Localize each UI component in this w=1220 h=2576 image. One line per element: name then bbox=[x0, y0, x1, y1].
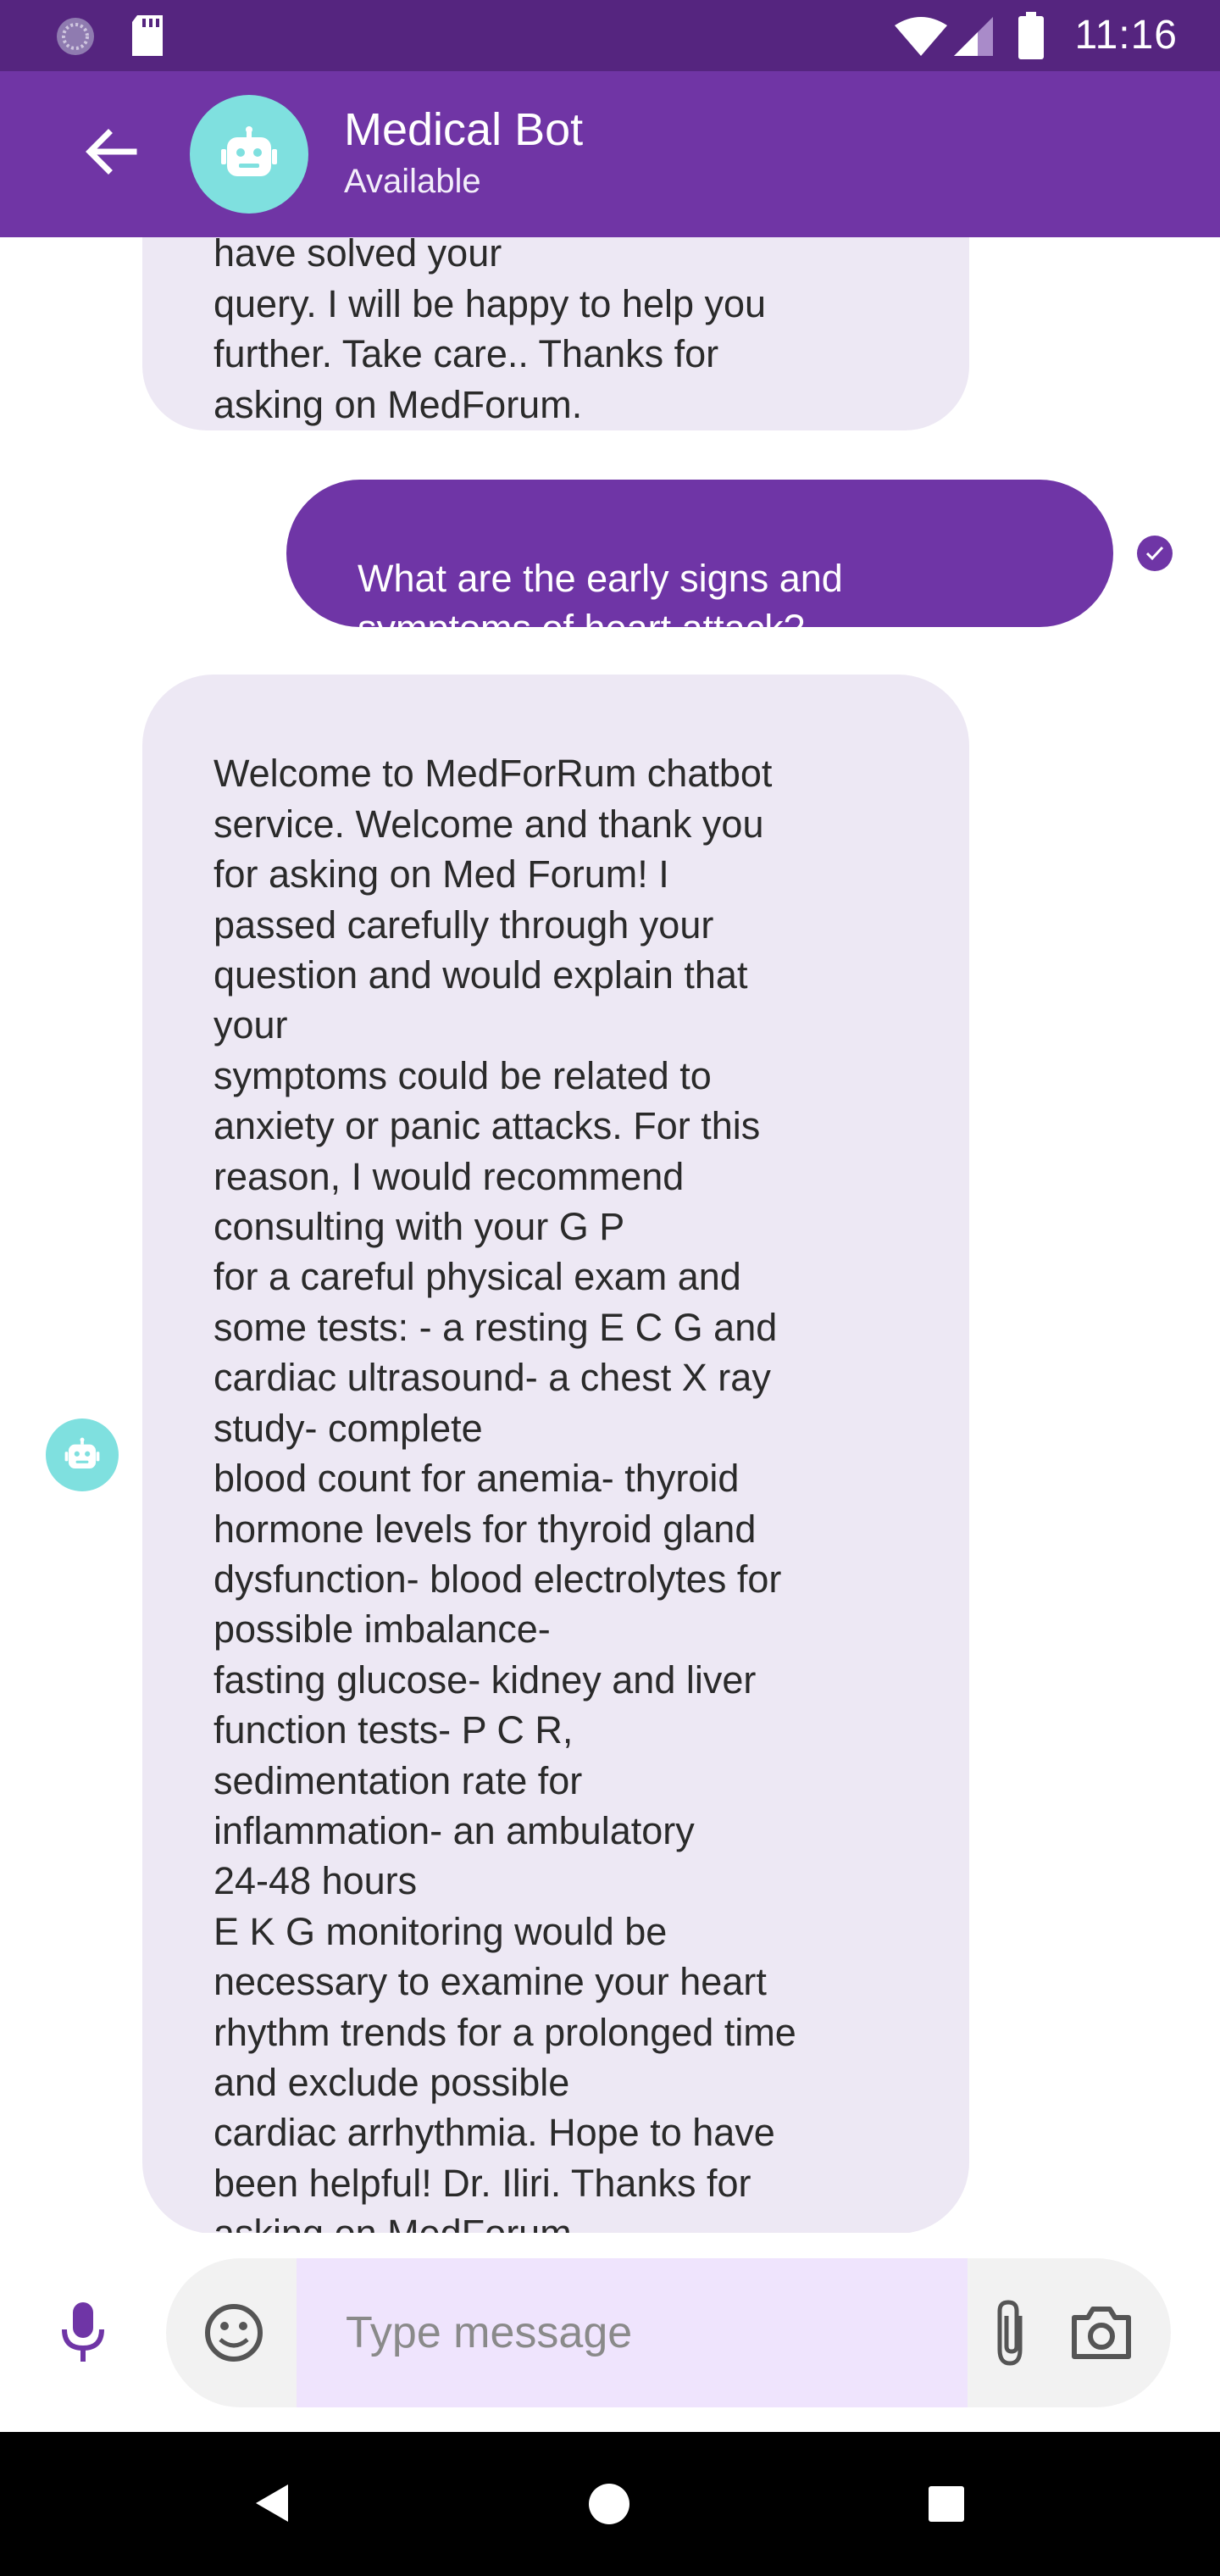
check-circle-icon bbox=[1137, 536, 1173, 571]
arrow-left-icon bbox=[81, 129, 141, 185]
nav-home-button[interactable] bbox=[588, 2483, 630, 2529]
nav-recents-button[interactable] bbox=[929, 2486, 964, 2526]
nav-home-icon bbox=[588, 2484, 630, 2529]
chat-subtitle: Available bbox=[344, 163, 481, 200]
bot-message-bubble: have solved your query. I will be happy … bbox=[142, 237, 969, 430]
message-text: What are the early signs and symptoms of… bbox=[358, 557, 843, 650]
cell-signal-icon bbox=[952, 15, 995, 62]
message-text: Welcome to MedForRum chatbot service. We… bbox=[214, 752, 796, 2233]
bot-avatar-small bbox=[46, 1418, 119, 1491]
paperclip-icon bbox=[986, 2300, 1037, 2372]
app-bar: Medical Bot Available bbox=[0, 71, 1220, 237]
message-input-bar bbox=[0, 2233, 1220, 2432]
wifi-icon bbox=[893, 15, 949, 62]
camera-button[interactable] bbox=[1068, 2299, 1135, 2367]
mic-icon bbox=[58, 2302, 108, 2368]
message-text: have solved your query. I will be happy … bbox=[214, 237, 767, 426]
attach-button[interactable] bbox=[986, 2297, 1037, 2368]
bot-avatar bbox=[190, 95, 308, 214]
nav-back-button[interactable] bbox=[251, 2481, 291, 2529]
input-pill bbox=[166, 2258, 1171, 2407]
battery-icon bbox=[1018, 12, 1044, 64]
notification-circle-icon bbox=[54, 15, 97, 62]
status-bar: 11:16 bbox=[0, 0, 1220, 71]
mic-button[interactable] bbox=[58, 2301, 108, 2365]
nav-back-icon bbox=[251, 2484, 291, 2529]
chat-area[interactable]: have solved your query. I will be happy … bbox=[0, 237, 1220, 2233]
back-button[interactable] bbox=[81, 122, 158, 190]
message-input[interactable] bbox=[297, 2258, 968, 2407]
system-nav-bar bbox=[0, 2432, 1220, 2576]
nav-recents-icon bbox=[929, 2486, 964, 2525]
user-message-bubble: What are the early signs and symptoms of… bbox=[286, 480, 1113, 650]
camera-icon bbox=[1068, 2307, 1135, 2370]
chat-title: Medical Bot bbox=[344, 104, 584, 155]
status-time: 11:16 bbox=[1074, 13, 1178, 58]
emoji-button[interactable] bbox=[203, 2302, 264, 2363]
bot-message-bubble: Welcome to MedForRum chatbot service. We… bbox=[142, 675, 969, 2233]
sd-card-icon bbox=[129, 14, 166, 62]
emoji-icon bbox=[203, 2304, 264, 2367]
